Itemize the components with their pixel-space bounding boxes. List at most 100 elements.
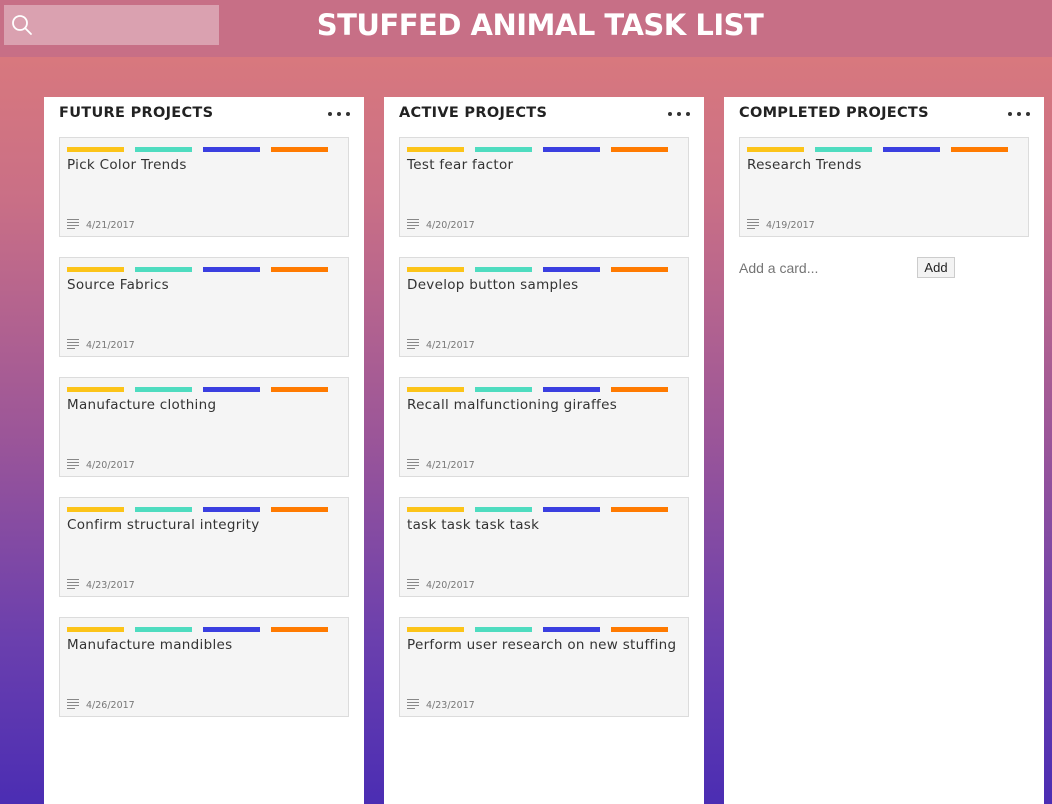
label-teal: [815, 147, 872, 152]
column-completed-projects: COMPLETED PROJECTS Research Trends 4/19/…: [724, 97, 1044, 804]
label-blue: [203, 147, 260, 152]
card-labels: [407, 627, 669, 632]
description-icon: [747, 219, 759, 229]
description-icon: [67, 219, 79, 229]
card-labels: [407, 147, 669, 152]
label-blue: [543, 147, 600, 152]
label-orange: [271, 267, 328, 272]
label-teal: [475, 627, 532, 632]
description-icon: [67, 579, 79, 589]
column-active-projects: ACTIVE PROJECTS Test fear factor 4/20/20…: [384, 97, 704, 804]
label-yellow: [407, 627, 464, 632]
top-bar: STUFFED ANIMAL TASK LIST: [0, 0, 1052, 57]
task-card[interactable]: Manufacture mandibles 4/26/2017: [59, 617, 349, 717]
card-date: 4/26/2017: [86, 700, 135, 711]
card-date: 4/19/2017: [766, 220, 815, 231]
label-teal: [475, 507, 532, 512]
task-card[interactable]: Confirm structural integrity 4/23/2017: [59, 497, 349, 597]
description-icon: [67, 459, 79, 469]
card-title: Perform user research on new stuffing: [407, 637, 677, 653]
label-orange: [271, 507, 328, 512]
card-labels: [747, 147, 1009, 152]
label-orange: [611, 147, 668, 152]
label-teal: [475, 147, 532, 152]
label-blue: [203, 267, 260, 272]
task-card[interactable]: Pick Color Trends 4/21/2017: [59, 137, 349, 237]
card-labels: [407, 507, 669, 512]
card-title: Test fear factor: [407, 157, 514, 173]
task-card[interactable]: task task task task 4/20/2017: [399, 497, 689, 597]
label-yellow: [67, 267, 124, 272]
label-yellow: [67, 387, 124, 392]
card-labels: [67, 627, 329, 632]
task-card[interactable]: Develop button samples 4/21/2017: [399, 257, 689, 357]
label-orange: [611, 627, 668, 632]
card-date: 4/20/2017: [426, 220, 475, 231]
card-labels: [67, 507, 329, 512]
column-title: COMPLETED PROJECTS: [739, 105, 929, 121]
label-orange: [951, 147, 1008, 152]
description-icon: [407, 699, 419, 709]
card-title: Recall malfunctioning giraffes: [407, 397, 618, 413]
column-future-projects: FUTURE PROJECTS Pick Color Trends 4/21/2…: [44, 97, 364, 804]
add-card-button[interactable]: Add: [917, 257, 955, 278]
label-blue: [203, 627, 260, 632]
label-orange: [271, 387, 328, 392]
column-menu-icon[interactable]: [328, 109, 350, 119]
page-title: STUFFED ANIMAL TASK LIST: [316, 8, 764, 42]
label-blue: [543, 387, 600, 392]
card-date: 4/21/2017: [426, 340, 475, 351]
label-blue: [203, 507, 260, 512]
label-teal: [475, 267, 532, 272]
card-labels: [407, 267, 669, 272]
card-labels: [67, 387, 329, 392]
card-title: task task task task: [407, 517, 540, 533]
card-date: 4/23/2017: [426, 700, 475, 711]
label-orange: [611, 387, 668, 392]
card-title: Manufacture mandibles: [67, 637, 233, 653]
label-teal: [135, 267, 192, 272]
column-title: ACTIVE PROJECTS: [399, 105, 548, 121]
label-teal: [475, 387, 532, 392]
label-blue: [203, 387, 260, 392]
task-card[interactable]: Source Fabrics 4/21/2017: [59, 257, 349, 357]
label-blue: [543, 267, 600, 272]
label-teal: [135, 507, 192, 512]
card-date: 4/20/2017: [426, 580, 475, 591]
label-teal: [135, 147, 192, 152]
description-icon: [67, 699, 79, 709]
card-title: Manufacture clothing: [67, 397, 217, 413]
card-labels: [407, 387, 669, 392]
label-yellow: [407, 267, 464, 272]
label-orange: [611, 267, 668, 272]
label-yellow: [67, 627, 124, 632]
description-icon: [407, 459, 419, 469]
column-menu-icon[interactable]: [668, 109, 690, 119]
add-card-input[interactable]: [739, 257, 919, 279]
task-card[interactable]: Recall malfunctioning giraffes 4/21/2017: [399, 377, 689, 477]
column-menu-icon[interactable]: [1008, 109, 1030, 119]
card-title: Source Fabrics: [67, 277, 169, 293]
description-icon: [407, 219, 419, 229]
task-card[interactable]: Research Trends 4/19/2017: [739, 137, 1029, 237]
task-card[interactable]: Perform user research on new stuffing 4/…: [399, 617, 689, 717]
card-labels: [67, 267, 329, 272]
label-orange: [271, 627, 328, 632]
label-yellow: [407, 507, 464, 512]
card-date: 4/20/2017: [86, 460, 135, 471]
task-card[interactable]: Manufacture clothing 4/20/2017: [59, 377, 349, 477]
card-date: 4/21/2017: [426, 460, 475, 471]
label-yellow: [67, 507, 124, 512]
label-yellow: [407, 387, 464, 392]
label-yellow: [407, 147, 464, 152]
column-title: FUTURE PROJECTS: [59, 105, 214, 121]
card-date: 4/21/2017: [86, 340, 135, 351]
label-yellow: [67, 147, 124, 152]
description-icon: [67, 339, 79, 349]
card-title: Pick Color Trends: [67, 157, 187, 173]
card-date: 4/23/2017: [86, 580, 135, 591]
label-teal: [135, 627, 192, 632]
label-orange: [271, 147, 328, 152]
label-orange: [611, 507, 668, 512]
task-card[interactable]: Test fear factor 4/20/2017: [399, 137, 689, 237]
